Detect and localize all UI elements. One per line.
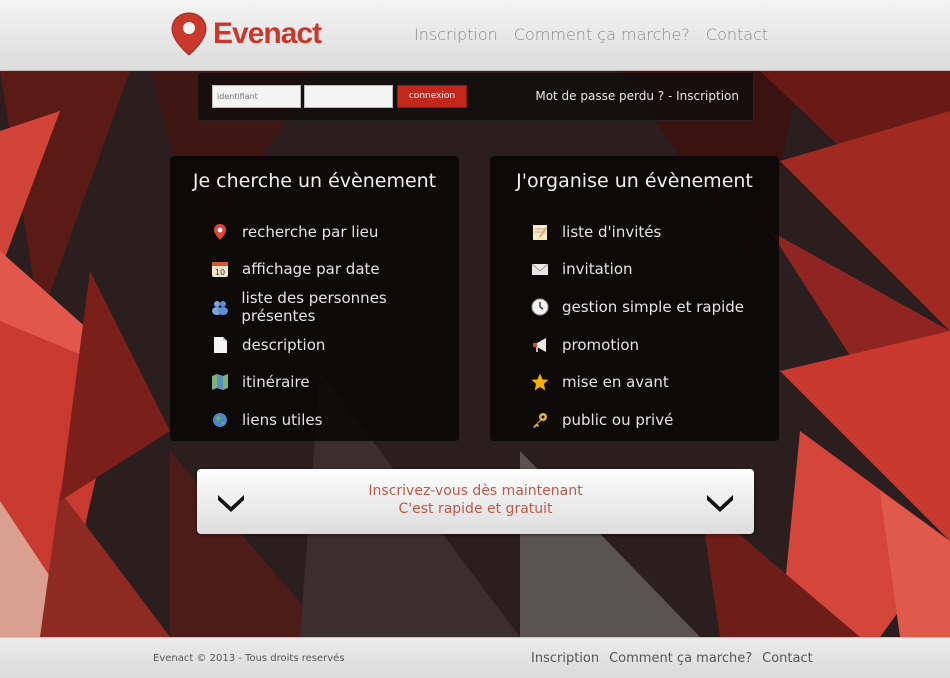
feature-label: itinéraire xyxy=(242,373,310,392)
megaphone-icon xyxy=(530,335,550,355)
feature-item: mise en avant xyxy=(530,363,744,401)
notepad-icon xyxy=(530,222,550,242)
feature-label: description xyxy=(242,335,326,354)
feature-label: mise en avant xyxy=(562,373,669,392)
globe-icon xyxy=(210,410,230,430)
feature-item: recherche par lieu xyxy=(210,213,459,251)
footer: Evenact © 2013 - Tous droits reservés In… xyxy=(0,637,950,678)
lost-password-link[interactable]: Mot de passe perdu ? - Inscription xyxy=(535,89,739,103)
feature-item: gestion simple et rapide xyxy=(530,288,744,326)
organize-event-panel: J'organise un évènement liste d'invités … xyxy=(490,156,779,441)
cta-subtitle: C'est rapide et gratuit xyxy=(398,501,553,517)
nav-link-inscription[interactable]: Inscription xyxy=(414,25,498,44)
footer-link-contact[interactable]: Contact xyxy=(762,651,813,666)
footer-nav: Inscription Comment ça marche? Contact xyxy=(531,651,813,666)
nav-link-how-it-works[interactable]: Comment ça marche? xyxy=(514,25,690,44)
feature-label: liens utiles xyxy=(242,410,323,429)
header: Evenact Inscription Comment ça marche? C… xyxy=(0,0,950,71)
hero-background xyxy=(0,71,950,637)
feature-item: invitation xyxy=(530,251,744,289)
feature-item: liens utiles xyxy=(210,401,459,439)
main-nav: Inscription Comment ça marche? Contact xyxy=(414,25,768,44)
feature-item: liste d'invités xyxy=(530,213,744,251)
feature-label: invitation xyxy=(562,260,633,279)
calendar-icon: 10 xyxy=(210,259,230,279)
footer-link-how-it-works[interactable]: Comment ça marche? xyxy=(609,651,752,666)
map-pin-icon xyxy=(210,222,230,242)
svg-text:10: 10 xyxy=(215,268,225,277)
key-icon xyxy=(530,410,550,430)
feature-label: promotion xyxy=(562,335,640,354)
panel-title: J'organise un évènement xyxy=(516,170,753,192)
copyright-text: Evenact © 2013 - Tous droits reservés xyxy=(153,653,345,664)
feature-item: public ou privé xyxy=(530,401,744,439)
chevron-down-icon xyxy=(707,495,733,512)
document-icon xyxy=(210,335,230,355)
brand-name: Evenact xyxy=(213,17,322,50)
logo[interactable]: Evenact xyxy=(171,12,322,56)
clock-icon xyxy=(530,297,550,317)
feature-item: liste des personnes présentes xyxy=(210,288,459,326)
feature-label: public ou privé xyxy=(562,410,674,429)
feature-label: liste des personnes présentes xyxy=(241,288,387,325)
people-icon xyxy=(210,297,229,317)
panel-title: Je cherche un évènement xyxy=(192,170,437,192)
star-icon xyxy=(530,372,550,392)
cta-title: Inscrivez-vous dès maintenant xyxy=(368,483,583,499)
polygon-background xyxy=(0,71,950,637)
feature-item: 10 affichage par date xyxy=(210,251,459,289)
feature-item: description xyxy=(210,326,459,364)
feature-item: itinéraire xyxy=(210,363,459,401)
signup-cta-button[interactable]: Inscrivez-vous dès maintenant C'est rapi… xyxy=(197,469,754,534)
login-bar: connexion Mot de passe perdu ? - Inscrip… xyxy=(197,73,754,121)
footer-link-inscription[interactable]: Inscription xyxy=(531,651,599,666)
map-pin-logo-icon xyxy=(171,12,207,56)
feature-label: recherche par lieu xyxy=(242,222,379,241)
search-event-panel: Je cherche un évènement recherche par li… xyxy=(170,156,459,441)
feature-label: liste d'invités xyxy=(562,222,662,241)
envelope-icon xyxy=(530,259,550,279)
username-field[interactable] xyxy=(212,85,301,108)
login-button[interactable]: connexion xyxy=(397,85,467,108)
feature-label: affichage par date xyxy=(242,260,380,279)
password-field[interactable] xyxy=(304,85,393,108)
feature-item: promotion xyxy=(530,326,744,364)
map-icon xyxy=(210,372,230,392)
feature-label: gestion simple et rapide xyxy=(562,297,745,316)
nav-link-contact[interactable]: Contact xyxy=(706,25,768,44)
